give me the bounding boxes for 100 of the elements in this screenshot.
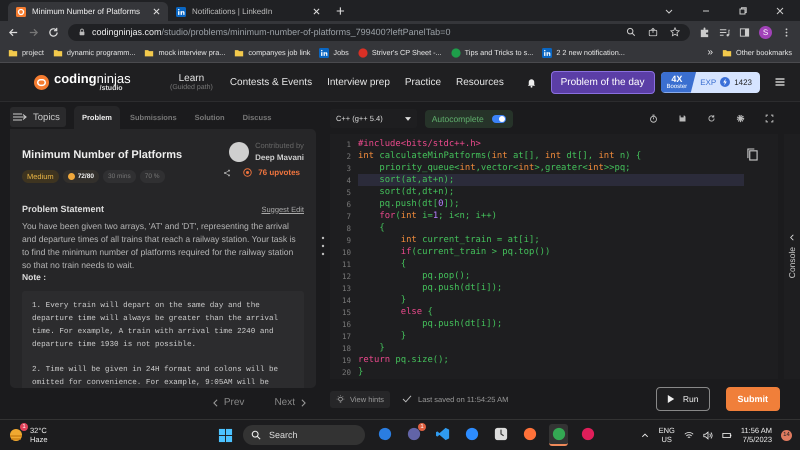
code-line: { bbox=[378, 222, 386, 234]
wifi-icon[interactable] bbox=[684, 430, 694, 440]
nav-link[interactable]: Practice bbox=[404, 76, 442, 88]
code-line: return pq.size(); bbox=[358, 354, 450, 366]
chevron-left-icon bbox=[212, 398, 218, 406]
code-line: #include<bits/stdc++.h> bbox=[358, 138, 482, 150]
code-line: pq.push(dt[i]); bbox=[421, 318, 504, 330]
app-icon bbox=[522, 427, 536, 441]
code-line: { bbox=[400, 258, 408, 270]
browser-tab[interactable]: Notifications | LinkedIn bbox=[168, 2, 328, 21]
code-line: int current_train = at[i]; bbox=[400, 234, 541, 246]
next-button[interactable]: Next bbox=[274, 397, 306, 408]
code-line: else { bbox=[400, 306, 434, 318]
lightbulb-icon bbox=[336, 394, 345, 404]
reload-icon[interactable] bbox=[48, 26, 59, 38]
linkedin-icon bbox=[176, 6, 186, 16]
taskbar-search[interactable]: Search bbox=[243, 425, 365, 445]
browser-tab[interactable]: Minimum Number of Platforms bbox=[8, 2, 168, 21]
note-heading: Note : bbox=[22, 272, 48, 282]
star-icon[interactable] bbox=[670, 27, 680, 37]
code-line: pq.pop(); bbox=[421, 270, 472, 282]
toggle-switch[interactable] bbox=[492, 114, 506, 122]
checkmark-icon bbox=[402, 395, 412, 403]
lock-icon bbox=[78, 28, 86, 36]
nav-link[interactable]: Interview prep bbox=[327, 76, 390, 88]
app-icon bbox=[406, 427, 420, 441]
author-name: Deep Mavani bbox=[255, 153, 304, 162]
coin-icon bbox=[68, 173, 75, 180]
nav-link[interactable]: Contests & Events bbox=[230, 76, 312, 88]
side-panel-icon[interactable] bbox=[739, 26, 750, 38]
autocomplete-toggle[interactable]: Autocomplete bbox=[424, 110, 513, 128]
logo-text[interactable]: codingninjas bbox=[54, 72, 131, 85]
copy-icon[interactable] bbox=[747, 148, 758, 161]
folder-icon bbox=[722, 48, 732, 58]
topics-button[interactable]: Topics bbox=[10, 107, 66, 127]
logo-icon bbox=[34, 74, 49, 90]
previous-button[interactable]: Prev bbox=[212, 397, 244, 408]
play-icon bbox=[666, 394, 675, 404]
drag-handle-icon[interactable] bbox=[321, 234, 325, 256]
profile-avatar[interactable]: S bbox=[759, 26, 772, 38]
search-icon[interactable] bbox=[626, 27, 636, 37]
code-line: for(int i=1; i<n; i++) bbox=[378, 210, 498, 222]
caret-icon bbox=[404, 116, 411, 120]
code-line: } bbox=[358, 366, 364, 378]
problem-of-the-day-button[interactable]: Problem of the day bbox=[550, 70, 654, 94]
url-text: codingninjas.com/studio/problems/minimum-number-of-platforms_799400?leftPanelTab=0 bbox=[92, 27, 450, 37]
code-line: pq.push(dt[i]); bbox=[421, 282, 504, 294]
folder-icon bbox=[52, 48, 63, 58]
puzzle-icon[interactable] bbox=[699, 26, 710, 38]
logo-icon bbox=[16, 6, 26, 16]
fullscreen-icon[interactable] bbox=[765, 114, 774, 123]
forward-arrow-icon[interactable] bbox=[28, 26, 39, 38]
code-line: pq.push(dt[0]); bbox=[378, 198, 461, 210]
app-icon bbox=[552, 427, 566, 441]
folder-icon bbox=[8, 48, 18, 58]
bell-icon[interactable] bbox=[526, 76, 537, 88]
run-button[interactable]: Run bbox=[656, 387, 710, 411]
app-icon bbox=[580, 427, 594, 441]
menu-icon[interactable] bbox=[774, 76, 786, 88]
code-line: if(current_train > pq.top()) bbox=[400, 246, 552, 258]
save-icon[interactable] bbox=[678, 114, 687, 123]
problem-title: Minimum Number of Platforms bbox=[22, 149, 182, 161]
close-icon[interactable] bbox=[153, 8, 160, 15]
app-icon bbox=[494, 427, 508, 441]
new-tab-button[interactable]: + bbox=[328, 2, 353, 21]
chevron-right-icon bbox=[301, 398, 306, 406]
chevron-left-icon bbox=[790, 234, 794, 242]
more-bookmarks-button[interactable]: » bbox=[707, 47, 714, 58]
menu-arrow-icon bbox=[12, 112, 28, 122]
app-icon bbox=[436, 427, 450, 441]
upvote-icon[interactable] bbox=[243, 168, 252, 177]
search-icon bbox=[251, 430, 261, 440]
code-line: priority_queue<int,vector<int>,greater<int>>pq; bbox=[378, 162, 632, 174]
share-icon[interactable] bbox=[223, 168, 232, 176]
close-icon[interactable] bbox=[313, 8, 320, 15]
taskbar-app[interactable] bbox=[549, 424, 568, 446]
app-icon bbox=[378, 427, 392, 441]
battery-icon[interactable] bbox=[722, 430, 732, 440]
linkedin-icon bbox=[319, 48, 330, 58]
settings-icon[interactable] bbox=[736, 114, 745, 123]
code-line: int calculateMinPatforms(int at[], int dt[], int n) { bbox=[358, 150, 642, 162]
code-line: } bbox=[400, 294, 408, 306]
media-list-icon[interactable] bbox=[719, 26, 730, 38]
reset-icon[interactable] bbox=[707, 114, 716, 123]
share-icon[interactable] bbox=[648, 27, 658, 37]
code-line: } bbox=[378, 342, 386, 354]
lightning-icon bbox=[720, 77, 730, 87]
section-heading: Problem Statement bbox=[22, 204, 104, 214]
timer-icon[interactable] bbox=[649, 114, 658, 123]
close-icon[interactable] bbox=[775, 6, 785, 16]
start-icon[interactable] bbox=[218, 428, 233, 442]
address-bar[interactable]: codingninjas.com/studio/problems/minimum-number-of-platforms_799400?leftPanelTab=0 bbox=[68, 24, 690, 40]
nav-link[interactable]: Resources bbox=[456, 76, 504, 88]
upvote-count: 76 upvotes bbox=[258, 168, 300, 177]
code-line: } bbox=[400, 330, 408, 342]
linkedin-icon bbox=[542, 48, 552, 58]
back-arrow-icon[interactable] bbox=[8, 26, 19, 38]
restore-icon[interactable] bbox=[738, 6, 748, 16]
speaker-icon[interactable] bbox=[702, 430, 713, 440]
code-line: sort(dt,dt+n); bbox=[378, 186, 456, 198]
